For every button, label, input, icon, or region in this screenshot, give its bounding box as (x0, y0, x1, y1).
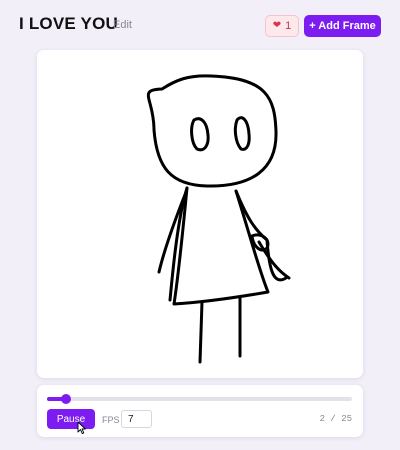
pause-button[interactable]: Pause (47, 409, 95, 429)
fps-label: FPS (102, 415, 120, 425)
frame-slider[interactable] (47, 394, 352, 404)
edit-link[interactable]: Edit (113, 19, 132, 31)
heart-icon: ❤ (272, 20, 282, 31)
frame-counter: 2 / 25 (319, 414, 352, 424)
stick-figure-drawing (146, 74, 291, 364)
left-leg-stroke (198, 300, 204, 364)
like-count: 1 (285, 20, 292, 32)
page-title: I LOVE YOU (19, 14, 118, 33)
like-button[interactable]: ❤ 1 (265, 15, 299, 37)
header: I LOVE YOU Edit ❤ 1 + Add Frame (0, 0, 400, 52)
left-eye-stroke (190, 117, 210, 152)
add-frame-button[interactable]: + Add Frame (304, 15, 381, 37)
mouse-cursor-icon (77, 421, 86, 435)
right-eye-stroke (233, 116, 251, 151)
head-stroke (146, 74, 278, 188)
frame-slider-thumb[interactable] (61, 394, 72, 404)
fps-input[interactable] (121, 410, 152, 428)
drawing-canvas[interactable] (37, 50, 363, 378)
dress-stroke (172, 186, 270, 306)
